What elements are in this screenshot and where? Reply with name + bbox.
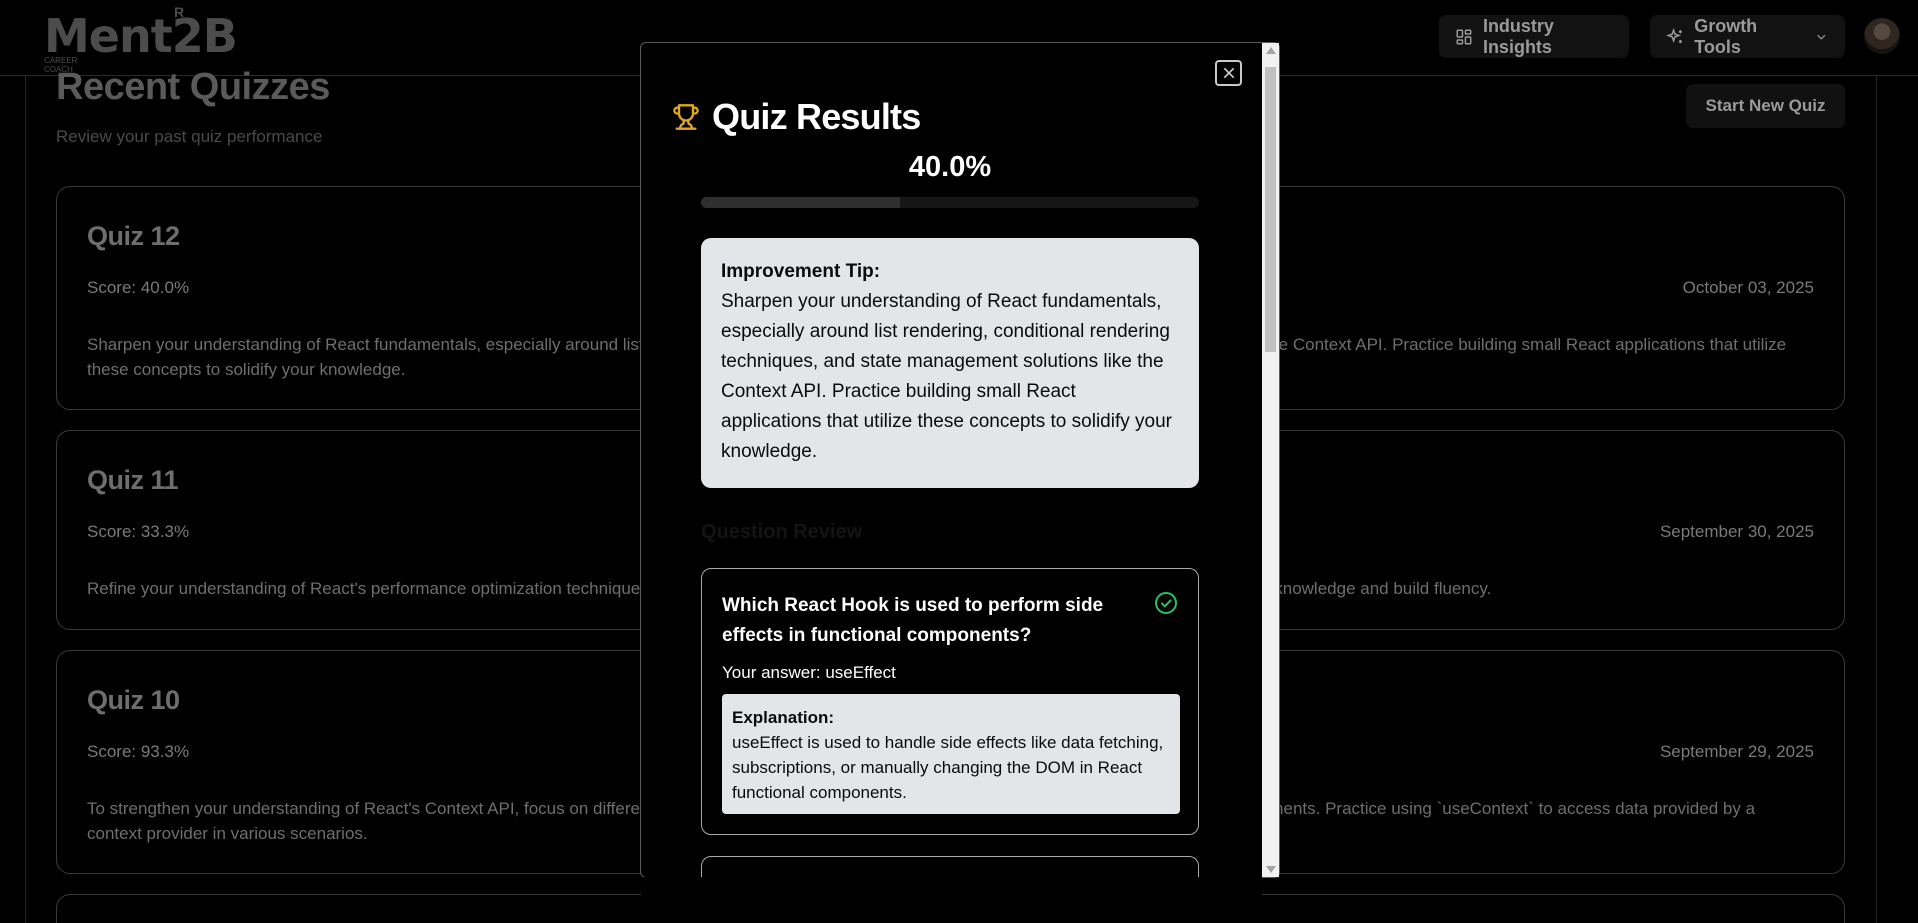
logo-registered-mark: R — [174, 4, 185, 20]
quiz-date: September 30, 2025 — [1659, 522, 1814, 541]
scroll-down-arrow-icon[interactable] — [1266, 866, 1276, 873]
industry-insights-label: Industry Insights — [1482, 15, 1554, 57]
start-new-quiz-button[interactable]: Start New Quiz — [1686, 84, 1845, 128]
dialog-header: Quiz Results — [672, 96, 921, 138]
industry-insights-button[interactable]: Industry Insights — [1439, 15, 1629, 58]
quiz-title: Quiz 12 — [87, 221, 180, 251]
improvement-tip-box: Improvement Tip: Sharpen your understand… — [701, 238, 1199, 488]
improvement-tip-label: Improvement Tip: — [721, 261, 881, 282]
dialog-scrollbar[interactable] — [1262, 43, 1279, 877]
explanation-box: Explanation: useEffect is used to handle… — [722, 694, 1180, 814]
question-card: Which React Hook is used to perform side… — [701, 568, 1199, 835]
trophy-icon — [673, 104, 699, 130]
quiz-score: Score: 40.0% — [87, 278, 190, 297]
question-review-heading: Question Review — [701, 521, 863, 543]
improvement-tip-text: Sharpen your understanding of React fund… — [721, 291, 1172, 462]
scrollbar-thumb[interactable] — [1265, 67, 1276, 352]
user-avatar[interactable] — [1864, 18, 1900, 54]
quiz-date: September 29, 2025 — [1659, 742, 1814, 761]
app-logo[interactable]: Ment2B R CAREER COACH — [44, 4, 274, 74]
quiz-score: Score: 33.3% — [87, 522, 190, 541]
chevron-down-icon — [1817, 34, 1826, 40]
explanation-label: Explanation: — [732, 708, 835, 727]
growth-tools-label: Growth Tools — [1694, 15, 1758, 57]
quiz-title: Quiz 11 — [87, 465, 179, 495]
quiz-score: Score: 93.3% — [87, 742, 190, 761]
page-title: Recent Quizzes — [56, 66, 330, 108]
quiz-date: October 03, 2025 — [1682, 278, 1814, 297]
close-dialog-button[interactable] — [1215, 60, 1242, 86]
layout-dashboard-icon — [1456, 29, 1472, 44]
score-progress-fill — [701, 197, 901, 208]
score-progress-bar — [701, 197, 1199, 208]
dialog-title: Quiz Results — [712, 96, 921, 137]
explanation-text: useEffect is used to handle side effects… — [732, 733, 1164, 802]
question-text: Which React Hook is used to perform side… — [722, 595, 1104, 646]
close-icon — [1223, 67, 1234, 79]
quiz-title: Quiz 10 — [87, 685, 180, 715]
score-percentage: 40.0% — [908, 151, 992, 183]
scroll-up-arrow-icon[interactable] — [1266, 47, 1276, 54]
growth-tools-button[interactable]: Growth Tools — [1650, 15, 1845, 58]
user-answer: Your answer: useEffect — [722, 663, 896, 682]
page-subtitle: Review your past quiz performance — [56, 127, 323, 146]
check-circle-icon — [1155, 592, 1177, 614]
sparkles-icon — [1666, 27, 1682, 43]
dialog-bottom-mask — [641, 877, 1262, 923]
